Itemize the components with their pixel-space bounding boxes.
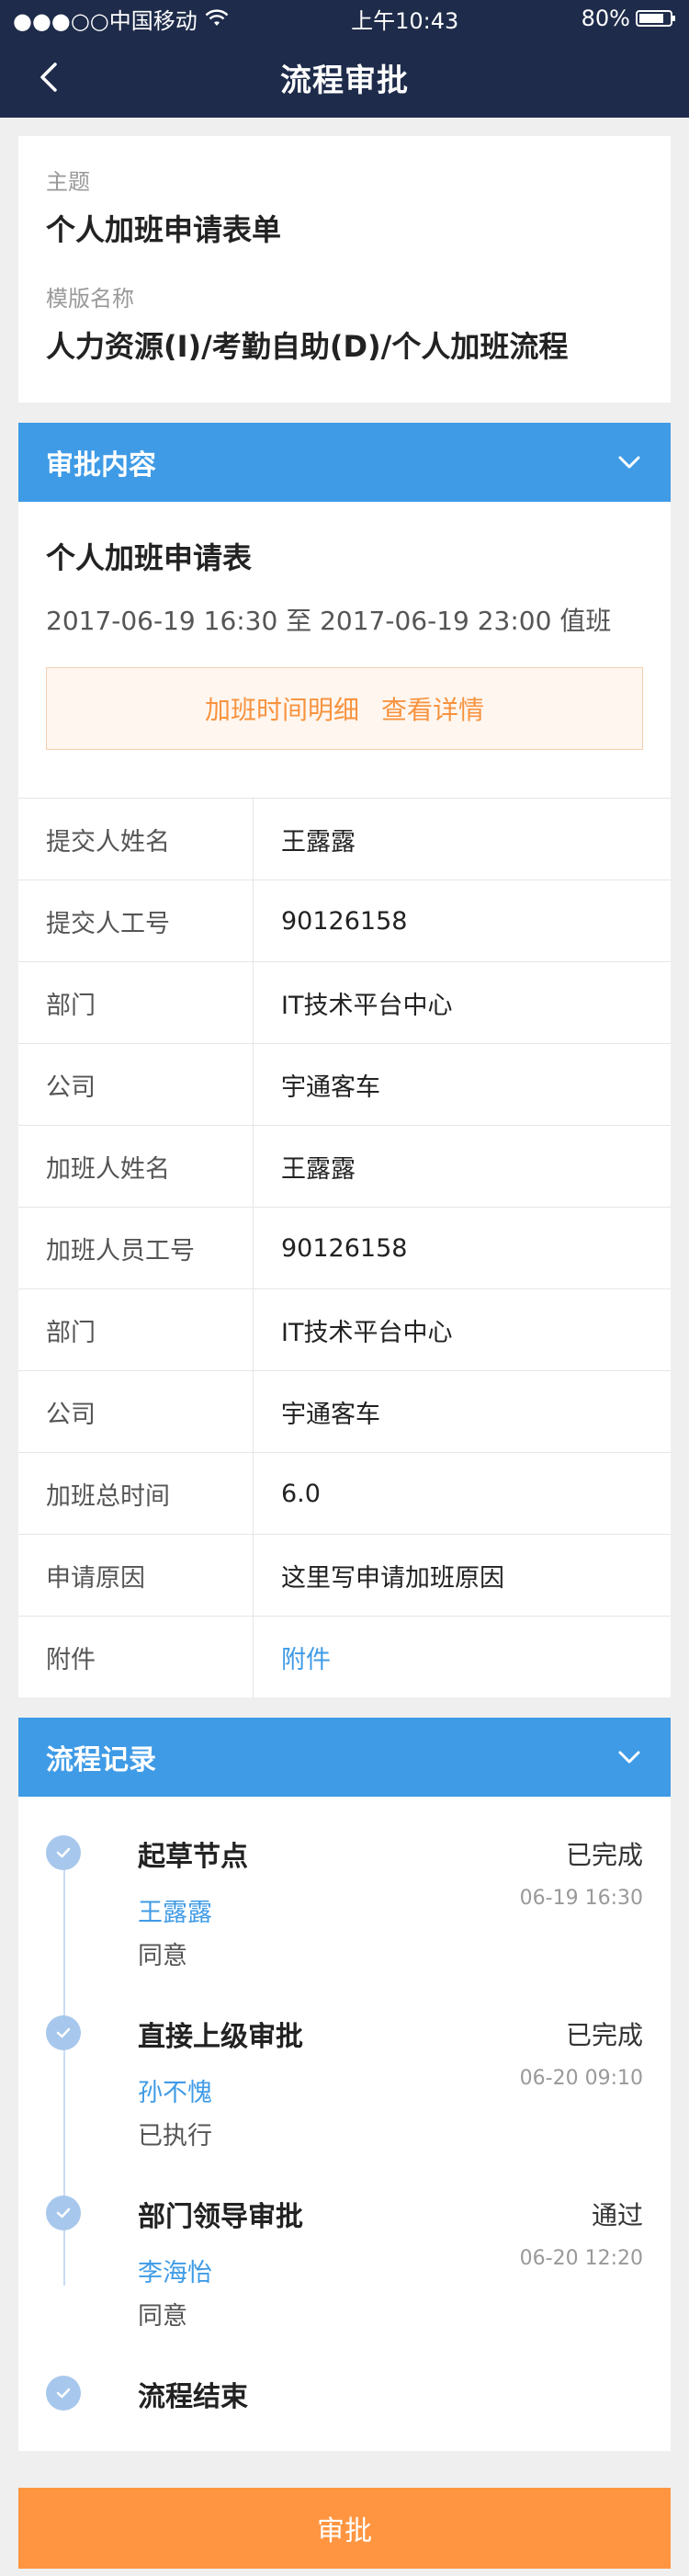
- step-comment: 同意: [138, 1942, 187, 1970]
- check-icon: [46, 2376, 81, 2411]
- step-comment: 同意: [138, 2302, 187, 2331]
- step-time: 06-20 12:20: [519, 2247, 643, 2270]
- step-person[interactable]: 李海怡: [138, 2253, 212, 2288]
- view-details-link[interactable]: 查看详情: [381, 690, 484, 727]
- table-row: 提交人工号 90126158: [18, 880, 671, 962]
- attachment-link[interactable]: 附件: [254, 1617, 331, 1697]
- table-row: 部门 IT技术平台中心: [18, 962, 671, 1044]
- chevron-down-icon[interactable]: [616, 1743, 643, 1771]
- row-label: 部门: [18, 1289, 254, 1370]
- chevron-down-icon[interactable]: [616, 448, 643, 476]
- process-timeline: 起草节点 已完成 王露露 06-19 16:30 同意 直接上级审批 已完成 孙…: [18, 1797, 671, 2451]
- row-label: 公司: [18, 1044, 254, 1125]
- step-time: 06-20 09:10: [519, 2067, 643, 2090]
- row-label: 附件: [18, 1617, 254, 1697]
- template-label: 模版名称: [46, 286, 134, 312]
- row-label: 提交人姓名: [18, 799, 254, 879]
- timeline-step: 部门领导审批 通过 李海怡 06-20 12:20 同意: [46, 2194, 643, 2332]
- timeline-step: 直接上级审批 已完成 孙不愧 06-20 09:10 已执行: [46, 2014, 643, 2151]
- step-status: 已完成: [565, 2020, 643, 2050]
- template-value: 人力资源(I)/考勤自助(D)/个人加班流程: [46, 329, 569, 364]
- back-arrow-icon[interactable]: [31, 59, 68, 96]
- row-label: 申请原因: [18, 1535, 254, 1616]
- step-node: 部门领导审批: [138, 2201, 303, 2233]
- approval-content-card: 个人加班申请表 2017-06-19 16:30 至 2017-06-19 23…: [18, 502, 671, 1697]
- overtime-detail-notice[interactable]: 加班时间明细 查看详情: [46, 667, 643, 750]
- table-row: 加班总时间 6.0: [18, 1453, 671, 1535]
- step-person[interactable]: 孙不愧: [138, 2072, 212, 2108]
- row-value: IT技术平台中心: [281, 991, 453, 1020]
- table-row: 公司 宇通客车: [18, 1371, 671, 1453]
- process-record-header[interactable]: 流程记录: [18, 1718, 671, 1797]
- theme-value: 个人加班申请表单: [46, 212, 282, 247]
- approval-content-title: 审批内容: [46, 449, 156, 482]
- step-status: 已完成: [565, 1840, 643, 1870]
- status-time: 上午10:43: [351, 7, 459, 34]
- row-label: 加班人员工号: [18, 1208, 254, 1288]
- process-record-card: 起草节点 已完成 王露露 06-19 16:30 同意 直接上级审批 已完成 孙…: [18, 1797, 671, 2451]
- row-value: 宇通客车: [281, 1400, 380, 1429]
- process-record-title: 流程记录: [46, 1744, 156, 1776]
- table-row: 部门 IT技术平台中心: [18, 1289, 671, 1371]
- row-value: 这里写申请加班原因: [281, 1563, 504, 1593]
- overtime-range: 2017-06-19 16:30 至 2017-06-19 23:00 值班: [46, 606, 612, 636]
- step-status: 通过: [591, 2200, 643, 2230]
- status-bar: ●●●○○中国移动 上午10:43 80%: [0, 0, 689, 37]
- row-value: 90126158: [281, 906, 408, 936]
- subject-card: 主题 个人加班申请表单 模版名称 人力资源(I)/考勤自助(D)/个人加班流程: [18, 136, 671, 403]
- row-value: 宇通客车: [281, 1072, 380, 1102]
- step-comment: 已执行: [138, 2122, 212, 2150]
- page-title: 流程审批: [280, 62, 409, 99]
- step-node: 流程结束: [138, 2381, 248, 2413]
- row-value: 90126158: [281, 1233, 408, 1263]
- step-node: 起草节点: [138, 1841, 248, 1873]
- row-value: 王露露: [281, 1154, 356, 1184]
- table-row: 申请原因 这里写申请加班原因: [18, 1535, 671, 1617]
- row-label: 加班总时间: [18, 1453, 254, 1534]
- wifi-icon: [205, 9, 229, 26]
- step-time: 06-19 16:30: [519, 1887, 643, 1910]
- nav-bar: 流程审批: [0, 37, 689, 118]
- table-row: 公司 宇通客车: [18, 1044, 671, 1126]
- row-value: IT技术平台中心: [281, 1318, 453, 1347]
- approve-button[interactable]: 审批: [18, 2488, 671, 2569]
- carrier-label: ●●●○○中国移动: [13, 7, 198, 34]
- row-value: 6.0: [281, 1479, 321, 1508]
- check-icon: [46, 2196, 81, 2230]
- approval-content-header[interactable]: 审批内容: [18, 423, 671, 502]
- table-row: 附件 附件: [18, 1617, 671, 1697]
- battery-icon: [635, 10, 675, 27]
- step-node: 直接上级审批: [138, 2021, 303, 2053]
- step-person[interactable]: 王露露: [138, 1892, 212, 1928]
- row-value: 王露露: [281, 827, 356, 857]
- battery-group: 80%: [582, 6, 676, 31]
- table-row: 加班人姓名 王露露: [18, 1126, 671, 1208]
- row-label: 公司: [18, 1371, 254, 1452]
- check-icon: [46, 2015, 81, 2050]
- battery-percent: 80%: [581, 6, 630, 31]
- theme-label: 主题: [46, 169, 90, 195]
- timeline-step: 流程结束: [46, 2374, 643, 2414]
- table-row: 加班人员工号 90126158: [18, 1208, 671, 1289]
- timeline-step: 起草节点 已完成 王露露 06-19 16:30 同意: [46, 1833, 643, 1971]
- overtime-detail-label: 加班时间明细: [204, 695, 359, 725]
- detail-table: 提交人姓名 王露露 提交人工号 90126158 部门 IT技术平台中心 公司 …: [18, 798, 671, 1697]
- row-label: 加班人姓名: [18, 1126, 254, 1207]
- row-label: 部门: [18, 962, 254, 1043]
- check-icon: [46, 1835, 81, 1870]
- table-row: 提交人姓名 王露露: [18, 799, 671, 880]
- form-title: 个人加班申请表: [46, 540, 253, 575]
- status-left: ●●●○○中国移动: [13, 3, 229, 35]
- row-label: 提交人工号: [18, 880, 254, 961]
